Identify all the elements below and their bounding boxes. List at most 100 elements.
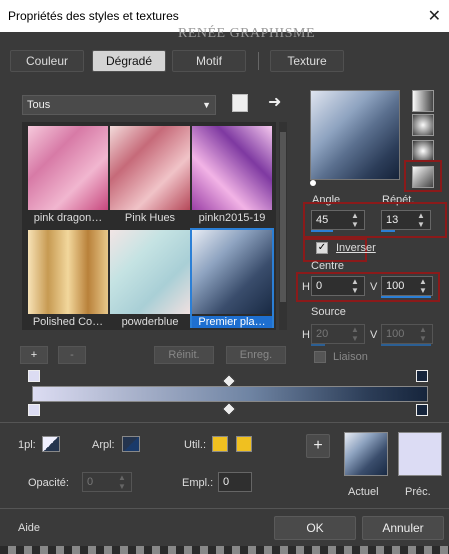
source-v-value: 100 bbox=[386, 328, 405, 340]
center-h-input[interactable]: 0 ▲ ▼ bbox=[311, 276, 365, 296]
center-v-label: V bbox=[370, 281, 378, 293]
current-preview[interactable] bbox=[344, 432, 388, 476]
spinner-icon[interactable]: ▲ ▼ bbox=[414, 277, 432, 295]
divider bbox=[0, 508, 449, 509]
opacity-value: 0 bbox=[87, 476, 94, 488]
use-label: Util.: bbox=[184, 439, 206, 451]
gradient-swatch bbox=[110, 126, 190, 210]
gradient-stop-left[interactable] bbox=[28, 404, 40, 416]
help-link[interactable]: Aide bbox=[18, 522, 40, 534]
gradient-preview[interactable] bbox=[310, 90, 400, 180]
spinner-icon[interactable]: ▲ ▼ bbox=[346, 211, 364, 229]
location-value: 0 bbox=[223, 476, 230, 488]
source-v-label: V bbox=[370, 329, 378, 341]
location-label: Empl.: bbox=[182, 477, 214, 489]
source-h-slider[interactable] bbox=[311, 344, 325, 346]
chevron-down-icon: ▼ bbox=[202, 100, 211, 110]
gallery-item[interactable]: Pink Hues bbox=[110, 126, 190, 224]
tab-degrade[interactable]: Dégradé bbox=[92, 50, 166, 72]
center-v-input[interactable]: 100 ▲ ▼ bbox=[381, 276, 433, 296]
spinner-icon[interactable]: ▲ ▼ bbox=[414, 325, 432, 343]
previous-label: Préc. bbox=[405, 486, 431, 498]
center-h-value: 0 bbox=[316, 280, 323, 292]
cancel-button[interactable]: Annuler bbox=[362, 516, 444, 540]
title-bar: Propriétés des styles et textures RENÉE … bbox=[0, 0, 449, 41]
angle-slider[interactable] bbox=[311, 230, 333, 232]
gallery-item[interactable]: Polished Co… bbox=[28, 230, 108, 328]
use-color-swatch[interactable] bbox=[212, 436, 228, 452]
invert-label: Inverser bbox=[336, 242, 376, 254]
ok-button[interactable]: OK bbox=[274, 516, 356, 540]
watermark: RENÉE GRAPHISME bbox=[178, 26, 316, 41]
gallery-scrollbar[interactable] bbox=[279, 122, 287, 330]
spinner-icon[interactable]: ▲ ▼ bbox=[346, 277, 364, 295]
source-h-label: H bbox=[302, 329, 310, 341]
category-value: Tous bbox=[27, 99, 51, 111]
location-input[interactable]: 0 bbox=[218, 472, 252, 492]
linear-style-button[interactable] bbox=[412, 90, 434, 112]
gradient-top-stop-left[interactable] bbox=[28, 370, 40, 382]
gradient-stop-right[interactable] bbox=[416, 404, 428, 416]
gallery-item[interactable]: powderblue bbox=[110, 230, 190, 328]
gallery-item-label: Premier pla… bbox=[192, 316, 272, 328]
gallery-item-label: Pink Hues bbox=[124, 212, 176, 224]
invert-checkbox[interactable]: ✓ bbox=[316, 242, 328, 254]
opacity-label: Opacité: bbox=[28, 477, 69, 489]
source-h-input[interactable]: 20 ▲ ▼ bbox=[311, 324, 365, 344]
close-icon[interactable]: ✕ bbox=[428, 6, 441, 26]
foreground-swatch[interactable] bbox=[42, 436, 60, 452]
rectangular-style-button[interactable] bbox=[412, 114, 434, 136]
gradient-bar[interactable] bbox=[32, 386, 428, 402]
previous-preview[interactable] bbox=[398, 432, 442, 476]
tab-motif[interactable]: Motif bbox=[172, 50, 246, 72]
category-dropdown[interactable]: Tous ▼ bbox=[22, 95, 216, 115]
gradient-swatch bbox=[28, 126, 108, 210]
spinner-icon[interactable]: ▲ ▼ bbox=[113, 473, 131, 491]
reset-button[interactable]: Réinit. bbox=[154, 346, 214, 364]
source-v-slider[interactable] bbox=[381, 344, 431, 346]
gradient-top-stop-right[interactable] bbox=[416, 370, 428, 382]
spinner-icon[interactable]: ▲ ▼ bbox=[346, 325, 364, 343]
gallery-item[interactable]: pink dragon… bbox=[28, 126, 108, 224]
center-v-slider[interactable] bbox=[381, 296, 431, 298]
gradient-swatch bbox=[110, 230, 190, 314]
add-color-button[interactable]: + bbox=[306, 434, 330, 458]
remove-button[interactable]: - bbox=[58, 346, 86, 364]
midpoint-marker[interactable] bbox=[221, 401, 237, 417]
add-button[interactable]: + bbox=[20, 346, 48, 364]
gallery-item-label: pink dragon… bbox=[33, 212, 103, 224]
tab-divider bbox=[258, 52, 259, 70]
background-checker bbox=[0, 546, 449, 554]
tab-couleur[interactable]: Couleur bbox=[10, 50, 84, 72]
gallery-item-selected[interactable]: Premier pla… bbox=[190, 228, 274, 328]
gradient-swatch bbox=[192, 230, 272, 314]
link-checkbox[interactable] bbox=[314, 351, 326, 363]
save-button[interactable]: Enreg. bbox=[226, 346, 286, 364]
repeat-input[interactable]: 13 ▲ ▼ bbox=[381, 210, 431, 230]
spinner-icon[interactable]: ▲ ▼ bbox=[412, 211, 430, 229]
scrollbar-thumb[interactable] bbox=[280, 132, 286, 302]
highlight-box bbox=[404, 160, 442, 192]
source-v-input[interactable]: 100 ▲ ▼ bbox=[381, 324, 433, 344]
gradient-gallery: pink dragon… Pink Hues pinkn2015-19 Poli… bbox=[22, 122, 276, 330]
gradient-swatch bbox=[28, 230, 108, 314]
gradient-swatch bbox=[192, 126, 272, 210]
angle-value: 45 bbox=[316, 214, 329, 226]
file-icon[interactable] bbox=[232, 94, 248, 112]
opacity-input[interactable]: 0 ▲ ▼ bbox=[82, 472, 132, 492]
repeat-slider[interactable] bbox=[381, 230, 395, 232]
source-label: Source bbox=[311, 306, 346, 318]
center-label: Centre bbox=[311, 260, 345, 272]
window-title: Propriétés des styles et textures bbox=[8, 9, 179, 23]
use-color-swatch[interactable] bbox=[236, 436, 252, 452]
background-swatch[interactable] bbox=[122, 436, 140, 452]
center-h-label: H bbox=[302, 281, 310, 293]
gallery-item-label: powderblue bbox=[121, 316, 179, 328]
gallery-item[interactable]: pinkn2015-19 bbox=[192, 126, 272, 224]
angle-input[interactable]: 45 ▲ ▼ bbox=[311, 210, 365, 230]
divider bbox=[0, 422, 449, 423]
arrow-right-icon[interactable]: ➜ bbox=[268, 92, 281, 112]
radial-style-button[interactable] bbox=[412, 140, 434, 162]
tab-texture[interactable]: Texture bbox=[270, 50, 344, 72]
center-handle[interactable] bbox=[310, 180, 316, 186]
